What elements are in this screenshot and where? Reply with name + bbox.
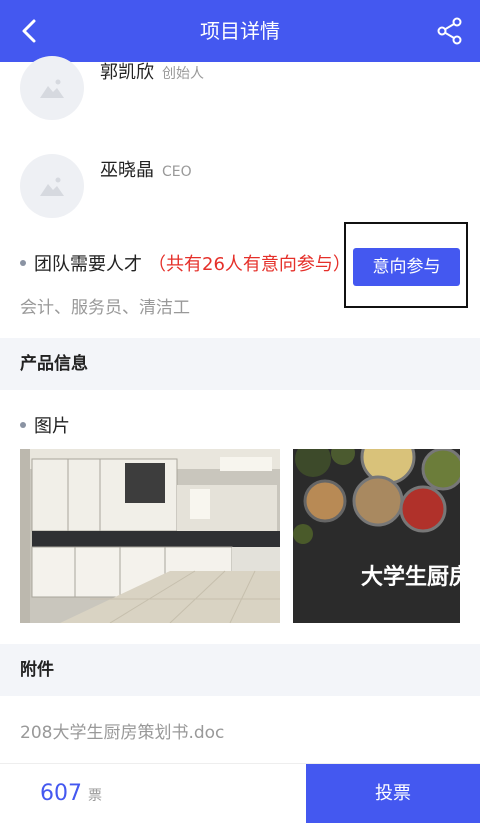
member-role: CEO [162, 164, 192, 180]
intent-join-button[interactable]: 意向参与 [353, 248, 460, 286]
image-placeholder-icon [40, 177, 64, 196]
bullet-icon [20, 260, 26, 266]
product-image-kitchen[interactable] [20, 449, 280, 623]
vote-count: 607 [40, 781, 82, 806]
needed-roles: 会计、服务员、清洁工 [20, 298, 190, 318]
bottom-bar: 607 票 投票 [0, 763, 480, 823]
member-name-row: 郭凯欣 创始人 [100, 58, 204, 84]
pictures-label: 图片 [34, 416, 70, 437]
team-member: 郭凯欣 创始人 [0, 56, 480, 126]
member-name-row: 巫晓晶 CEO [100, 156, 192, 182]
member-name: 巫晓晶 [100, 160, 154, 181]
product-image-food[interactable]: 大学生厨房 [293, 449, 460, 623]
image-placeholder-icon [40, 79, 64, 98]
member-role: 创始人 [162, 66, 204, 82]
interest-count: （共有26人有意向参与） [148, 254, 351, 275]
product-section-header: 产品信息 [0, 338, 480, 390]
team-member: 巫晓晶 CEO [0, 154, 480, 224]
member-name: 郭凯欣 [100, 62, 154, 83]
vote-button[interactable]: 投票 [306, 764, 480, 823]
avatar [20, 154, 84, 218]
attachments-section-header: 附件 [0, 644, 480, 696]
talent-needed-row: 团队需要人才 （共有26人有意向参与） [20, 250, 351, 276]
pictures-label-row: 图片 [20, 412, 70, 438]
vote-unit: 票 [88, 788, 102, 804]
attachment-file-link[interactable]: 208大学生厨房策划书.doc [20, 718, 224, 743]
section-title: 产品信息 [20, 354, 88, 374]
vote-count-display: 607 票 [40, 764, 102, 823]
page-title: 项目详情 [200, 19, 280, 43]
image-overlay-text: 大学生厨房 [361, 564, 460, 590]
avatar [20, 56, 84, 120]
bullet-icon [20, 422, 26, 428]
top-bar: 项目详情 [0, 0, 480, 62]
talent-label: 团队需要人才 [34, 254, 142, 275]
share-icon[interactable] [436, 17, 464, 45]
section-title: 附件 [20, 660, 54, 680]
